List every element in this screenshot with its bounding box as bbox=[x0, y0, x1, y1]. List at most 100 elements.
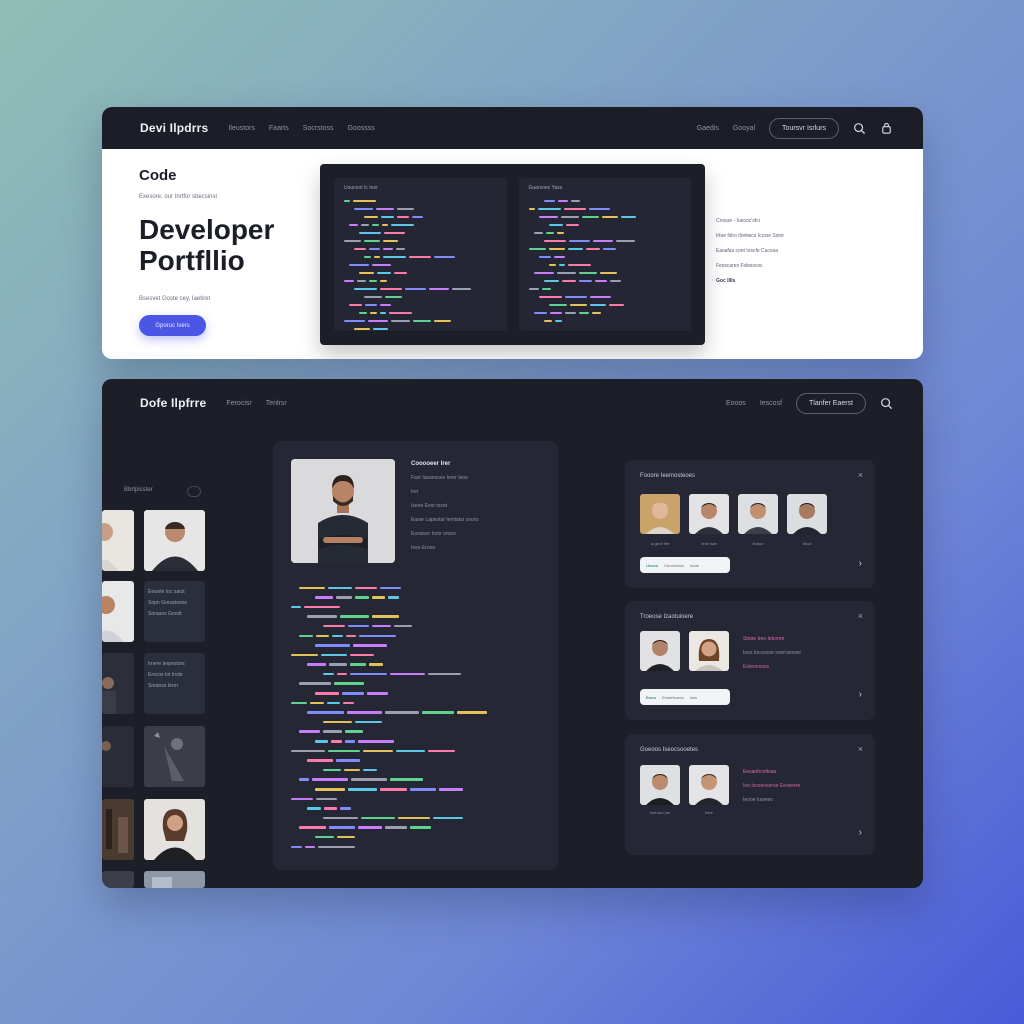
nav-link[interactable]: Gaedis bbox=[697, 125, 719, 132]
code-line bbox=[529, 229, 682, 237]
code-token bbox=[585, 248, 600, 250]
code-token bbox=[344, 200, 350, 202]
gallery-photo[interactable] bbox=[144, 871, 205, 888]
team-side-info: Stnoe Ireo Ietcrore Ioos Ioccsooe sooros… bbox=[743, 636, 801, 678]
hero-cta-button[interactable]: Gporuc Ivers bbox=[139, 315, 206, 336]
team-side-info: Eesaotrceltoae Ieo Iscoeoseroe Eeserere … bbox=[743, 769, 800, 811]
code-token bbox=[359, 312, 367, 314]
team-avatar[interactable] bbox=[689, 765, 729, 805]
tile-text: Soraaos Gorstt bbox=[148, 611, 182, 617]
team-avatar[interactable] bbox=[689, 494, 729, 534]
team-card: Fooore Ieemosteoes × Ia gecf Ifre Iede I… bbox=[625, 460, 875, 588]
gallery-photo[interactable] bbox=[144, 510, 205, 571]
code-token bbox=[578, 312, 589, 314]
nav-link[interactable]: Socrstoss bbox=[303, 125, 334, 132]
code-pane: Guarsoes Yass bbox=[518, 178, 691, 331]
nav-link[interactable]: Iescosf bbox=[760, 400, 782, 407]
search-icon[interactable] bbox=[853, 122, 866, 135]
gallery-photo[interactable] bbox=[102, 799, 134, 860]
code-token bbox=[556, 272, 576, 274]
code-token bbox=[354, 586, 377, 590]
site-logo[interactable]: Dofe Ilpfrre bbox=[140, 396, 206, 410]
nav-link[interactable]: Tenlrsr bbox=[266, 400, 287, 407]
gallery-text-card[interactable]: Irnere Ierpestors Erecos Iot Inste Srean… bbox=[144, 653, 205, 714]
side-link[interactable]: Fesscarex Fslesscoc bbox=[716, 263, 784, 269]
chevron-right-icon[interactable]: › bbox=[859, 827, 862, 838]
code-token bbox=[351, 778, 387, 781]
nav-link[interactable]: Ferocisr bbox=[226, 400, 251, 407]
team-avatar[interactable] bbox=[738, 494, 778, 534]
side-link[interactable]: Goc IIIIs bbox=[716, 278, 784, 284]
code-token bbox=[543, 320, 552, 322]
code-token bbox=[291, 701, 307, 705]
nav-link[interactable]: Goossss bbox=[347, 125, 374, 132]
code-token bbox=[291, 797, 314, 801]
side-link[interactable]: Easafas cont Ioscfe Cucosa bbox=[716, 248, 784, 254]
nav-cta-button[interactable]: Toursvr Isrlurs bbox=[769, 117, 839, 139]
team-avatar[interactable] bbox=[787, 494, 827, 534]
code-token bbox=[432, 816, 464, 820]
nav-cta-button[interactable]: Tlanfer Eaerst bbox=[796, 392, 866, 414]
code-token bbox=[380, 288, 402, 290]
close-icon[interactable]: × bbox=[858, 470, 863, 480]
code-token bbox=[543, 240, 566, 242]
team-avatar[interactable] bbox=[640, 631, 680, 671]
code-line bbox=[291, 593, 541, 603]
nav-link[interactable]: Ileustors bbox=[228, 125, 254, 132]
cart-icon[interactable] bbox=[880, 122, 893, 135]
gallery-photo[interactable] bbox=[144, 799, 205, 860]
code-token bbox=[421, 711, 454, 714]
search-icon[interactable] bbox=[880, 397, 893, 410]
code-token bbox=[389, 312, 412, 314]
chevron-right-icon[interactable]: › bbox=[859, 558, 862, 569]
code-token bbox=[397, 208, 414, 210]
code-line bbox=[291, 621, 541, 631]
code-line bbox=[344, 221, 497, 229]
team-pill[interactable]: Eooo Eeserfoores Ioes bbox=[640, 689, 730, 705]
chevron-right-icon[interactable]: › bbox=[859, 689, 862, 700]
code-lines bbox=[528, 197, 682, 325]
code-token bbox=[434, 320, 451, 322]
code-token bbox=[354, 596, 369, 599]
code-line bbox=[528, 245, 682, 253]
code-token bbox=[528, 248, 546, 250]
code-token bbox=[413, 320, 431, 322]
code-token bbox=[344, 730, 363, 733]
code-token bbox=[349, 224, 358, 226]
team-avatar[interactable] bbox=[640, 765, 680, 805]
gallery-photo[interactable] bbox=[102, 581, 134, 642]
nav-link[interactable]: Eooos bbox=[726, 400, 746, 407]
code-token bbox=[335, 759, 360, 762]
code-pane-title: Uoucoot Ic Ioor bbox=[344, 185, 378, 191]
code-line bbox=[291, 813, 541, 823]
code-token bbox=[335, 596, 352, 599]
gallery-photo[interactable] bbox=[102, 510, 134, 571]
gallery-photo[interactable] bbox=[144, 726, 205, 787]
team-avatar[interactable] bbox=[689, 631, 729, 671]
close-icon[interactable]: × bbox=[858, 611, 863, 621]
code-token bbox=[349, 264, 369, 266]
code-line bbox=[344, 229, 497, 237]
gallery-toggle[interactable] bbox=[187, 486, 201, 497]
code-token bbox=[591, 312, 601, 314]
code-token bbox=[554, 320, 562, 322]
code-token bbox=[578, 272, 597, 274]
close-icon[interactable]: × bbox=[858, 744, 863, 754]
gallery-photo[interactable] bbox=[102, 726, 134, 787]
code-token bbox=[429, 288, 449, 290]
code-line bbox=[528, 205, 682, 213]
code-token bbox=[344, 740, 355, 743]
gallery-photo[interactable] bbox=[102, 653, 134, 714]
team-avatar[interactable] bbox=[640, 494, 680, 534]
nav-link[interactable]: Gooyal bbox=[733, 125, 755, 132]
side-link[interactable]: Irtoe fslro Ilontwcs Iccsre Sstor bbox=[716, 233, 784, 239]
nav-link[interactable]: Faarts bbox=[269, 125, 289, 132]
code-token bbox=[380, 280, 387, 282]
gallery-text-card[interactable]: Eewste Ioc sarst Sopn Gresatooos Soraaos… bbox=[144, 581, 205, 642]
side-link[interactable]: Crosue - Iuecoc'sfcr bbox=[716, 218, 784, 224]
hero-text: Code Exesore, our Inrtfor sbecsinst Deve… bbox=[139, 167, 309, 276]
gallery-photo[interactable] bbox=[102, 871, 134, 888]
team-pill[interactable]: Ueoso Ceorrectoo Ioote bbox=[640, 557, 730, 573]
site-logo[interactable]: Devi Ilpdrrs bbox=[140, 121, 208, 135]
code-token bbox=[323, 624, 346, 628]
